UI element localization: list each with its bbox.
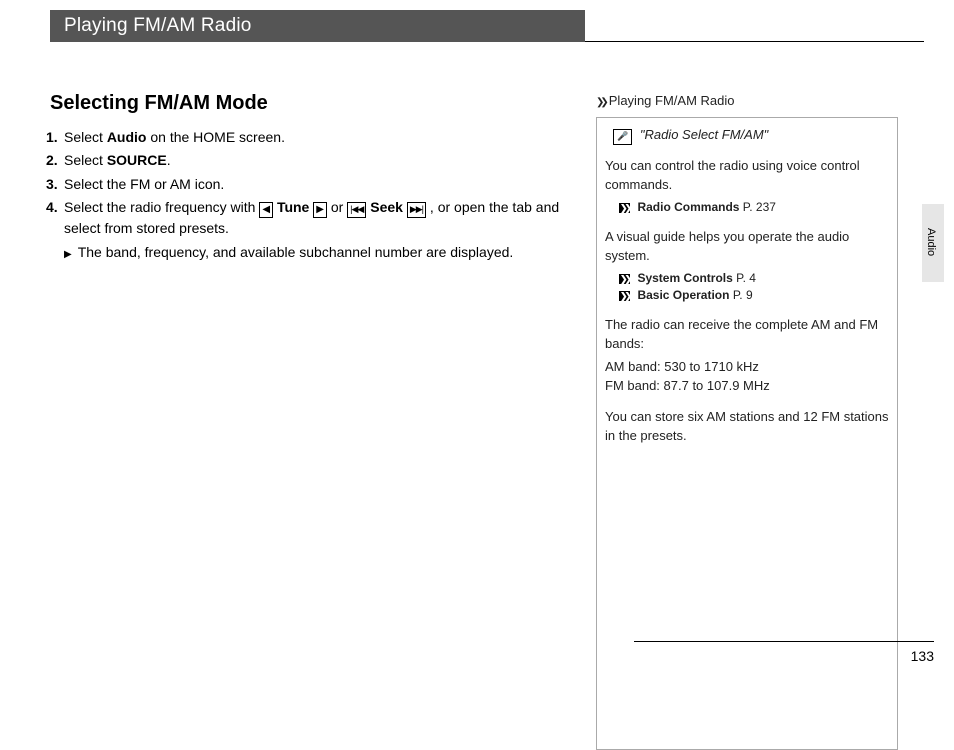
page-title: Playing FM/AM Radio <box>50 10 585 42</box>
ref-basic-operation: Basic Operation P. 9 <box>619 287 889 304</box>
sidebar-box: "Radio Select FM/AM" You can control the… <box>596 117 898 750</box>
step-number: 2. <box>46 150 64 170</box>
step-number: 3. <box>46 174 64 194</box>
sidebar-paragraph: You can store six AM stations and 12 FM … <box>605 408 889 446</box>
seek-prev-icon <box>347 202 366 218</box>
sidebar: Playing FM/AM Radio "Radio Select FM/AM"… <box>596 92 898 750</box>
section-tab-label: Audio <box>925 228 937 256</box>
tune-left-icon <box>259 202 273 218</box>
step-number: 1. <box>46 127 64 147</box>
step-4: 4. Select the radio frequency with Tune … <box>46 197 583 263</box>
step-body: Select the radio frequency with Tune or … <box>64 197 583 263</box>
ref-system-controls: System Controls P. 4 <box>619 270 889 287</box>
am-band-line: AM band: 530 to 1710 kHz <box>605 358 889 377</box>
voice-icon <box>613 129 632 145</box>
step-number: 4. <box>46 197 64 263</box>
sidebar-title: Playing FM/AM Radio <box>596 92 898 111</box>
step-3: 3. Select the FM or AM icon. <box>46 174 583 194</box>
seek-next-icon <box>407 202 426 218</box>
step-body: Select the FM or AM icon. <box>64 174 583 194</box>
title-bar: Playing FM/AM Radio <box>50 10 924 42</box>
step-body: Select SOURCE. <box>64 150 583 170</box>
tune-right-icon <box>313 202 327 218</box>
step-body: Select Audio on the HOME screen. <box>64 127 583 147</box>
page: Playing FM/AM Radio Selecting FM/AM Mode… <box>0 0 954 674</box>
step-1: 1. Select Audio on the HOME screen. <box>46 127 583 147</box>
page-number: 133 <box>911 648 934 664</box>
step-2: 2. Select SOURCE. <box>46 150 583 170</box>
ref-radio-commands: Radio Commands P. 237 <box>619 199 889 216</box>
fm-band-line: FM band: 87.7 to 107.9 MHz <box>605 377 889 396</box>
step-list: 1. Select Audio on the HOME screen. 2. S… <box>46 127 583 263</box>
step-note: The band, frequency, and available subch… <box>64 242 583 263</box>
section-heading: Selecting FM/AM Mode <box>50 92 583 115</box>
voice-command-text: "Radio Select FM/AM" <box>640 127 768 142</box>
section-tab: Audio <box>922 204 944 282</box>
voice-command-row: "Radio Select FM/AM" <box>613 126 889 145</box>
main-content: Selecting FM/AM Mode 1. Select Audio on … <box>50 92 583 266</box>
note-arrow-icon <box>64 244 78 260</box>
sidebar-paragraph: A visual guide helps you operate the aud… <box>605 228 889 266</box>
sidebar-paragraph: The radio can receive the complete AM an… <box>605 316 889 354</box>
sidebar-paragraph: You can control the radio using voice co… <box>605 157 889 195</box>
